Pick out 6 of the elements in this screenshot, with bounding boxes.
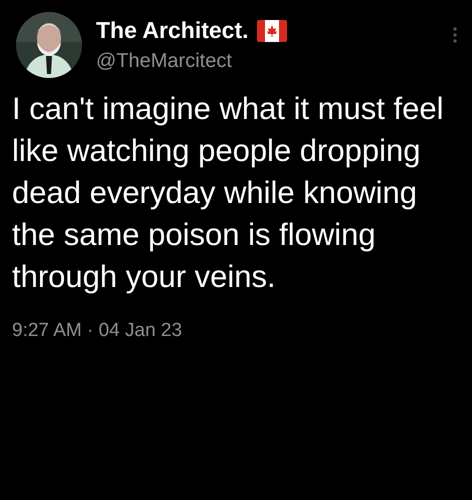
flag-icon xyxy=(256,20,287,42)
display-name[interactable]: The Architect. xyxy=(96,17,249,44)
more-options-icon[interactable] xyxy=(452,26,458,44)
timestamp: 9:27 AM · 04 Jan 23 xyxy=(12,320,184,342)
username[interactable]: @TheMarcitect xyxy=(96,50,287,73)
post-text: I can't imagine what it must feel like watching people dropping dead everyday while knowing the same poison is flowing through your veins. xyxy=(12,90,445,296)
